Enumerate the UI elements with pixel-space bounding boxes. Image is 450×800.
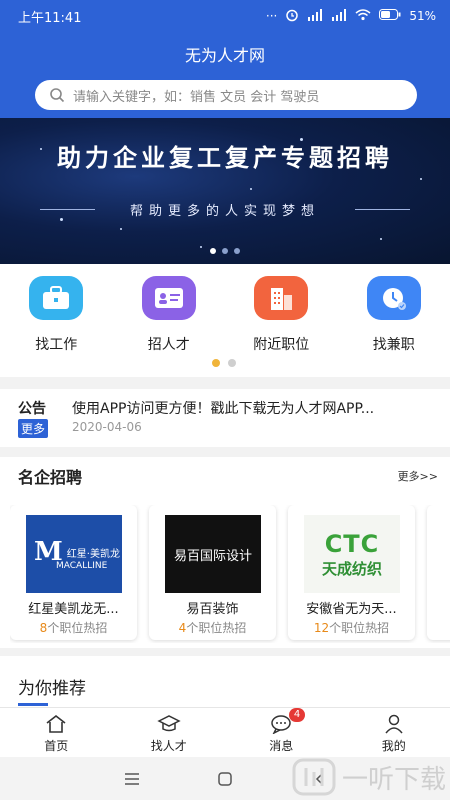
company-job-count: 4个职位热招 — [178, 621, 247, 635]
company-logo: M 红星·美凯龙 MACALLINE — [26, 515, 122, 593]
featured-header: 名企招聘 更多>> — [0, 464, 450, 487]
logo-text: MACALLINE — [56, 561, 108, 571]
status-time: 上午11:41 — [18, 10, 82, 26]
company-logo: 易百国际设计 — [165, 515, 261, 593]
quick-actions: 找工作 招人才 附近职位 找兼职 — [0, 272, 450, 372]
tab-messages[interactable]: 4 消息 — [225, 708, 338, 757]
notice-date: 2020-04-06 — [72, 420, 142, 434]
quick-hire[interactable]: 招人才 — [113, 272, 226, 372]
menu-icon — [125, 772, 139, 785]
company-card[interactable]: M 红星·美凯龙 MACALLINE 红星美凯龙无... 8个职位热招 — [10, 505, 137, 640]
company-name: 易百装饰 — [186, 602, 239, 617]
banner-dot[interactable] — [222, 248, 228, 254]
tab-label: 消息 — [269, 739, 294, 753]
bottom-tab-bar: 首页 找人才 4 消息 我的 — [0, 707, 450, 757]
watermark-logo-icon — [292, 758, 336, 796]
square-icon — [218, 771, 232, 786]
quick-action-label: 找兼职 — [372, 337, 415, 353]
notice-more-button[interactable]: 更多 — [18, 419, 49, 438]
featured-more-link[interactable]: 更多>> — [398, 468, 438, 484]
clock-icon — [366, 276, 421, 320]
tab-label: 我的 — [381, 739, 406, 753]
quick-find-job[interactable]: 找工作 — [0, 272, 113, 372]
search-placeholder: 请输入关键字，如：销售 文员 会计 驾驶员 — [73, 89, 320, 105]
battery-icon — [379, 9, 401, 23]
signal-icon-2 — [331, 8, 347, 24]
company-job-count: 12个职位热招 — [313, 621, 390, 635]
company-card[interactable]: CTC 天成纺织 安徽省无为天... 12个职位热招 — [288, 505, 415, 640]
tab-label: 找人才 — [150, 739, 187, 753]
company-name: 红星美凯龙无... — [28, 602, 119, 617]
quick-part-time[interactable]: 找兼职 — [338, 272, 450, 372]
watermark-text: 一听下载 — [341, 764, 446, 795]
signal-icon — [307, 8, 323, 24]
search-icon — [50, 88, 65, 103]
logo-text: 红星·美凯龙 — [66, 548, 120, 560]
tab-label: 首页 — [44, 739, 69, 753]
promo-banner[interactable]: 助力企业复工复产专题招聘 帮助更多的人实现梦想 — [0, 118, 450, 264]
featured-title: 名企招聘 — [18, 468, 83, 487]
quick-action-label: 找工作 — [35, 337, 78, 353]
tab-profile[interactable]: 我的 — [338, 708, 450, 757]
recommend-title[interactable]: 为你推荐 — [18, 674, 86, 699]
recommend-underline — [18, 703, 48, 706]
home-icon — [46, 714, 66, 733]
company-job-count: 8个职位热招 — [39, 621, 108, 635]
quick-action-label: 附近职位 — [253, 337, 310, 353]
alarm-icon — [285, 8, 299, 25]
quick-nearby-jobs[interactable]: 附近职位 — [225, 272, 338, 372]
watermark: 一听下载 — [292, 758, 446, 796]
person-icon — [385, 714, 403, 734]
company-card[interactable]: 易百国际设计 易百装饰 4个职位热招 — [149, 505, 276, 640]
banner-divider-right — [355, 209, 410, 210]
briefcase-icon — [29, 276, 84, 320]
section-divider — [0, 377, 450, 389]
notice-label: 公告 — [18, 401, 46, 417]
search-input[interactable]: 请输入关键字，如：销售 文员 会计 驾驶员 — [35, 80, 417, 110]
quick-action-label: 招人才 — [147, 337, 190, 353]
banner-dot[interactable] — [234, 248, 240, 254]
graduation-cap-icon — [157, 715, 181, 732]
tab-home[interactable]: 首页 — [0, 708, 113, 757]
logo-text: 天成纺织 — [321, 559, 382, 578]
pager-dot[interactable] — [228, 359, 236, 367]
tab-find-talent[interactable]: 找人才 — [113, 708, 226, 757]
building-icon — [254, 276, 309, 320]
page-title: 无为人才网 — [184, 46, 265, 65]
banner-dot[interactable] — [210, 248, 216, 254]
wifi-icon — [355, 8, 371, 24]
status-icons: ··· 51% — [266, 8, 436, 25]
quick-actions-pager — [212, 359, 236, 367]
section-divider — [0, 648, 450, 656]
notice-text[interactable]: 使用APP访问更方便！戳此下载无为人才网APP... — [72, 398, 374, 418]
status-bar: 上午11:41 ··· 51% — [0, 0, 450, 32]
status-dots: ··· — [265, 9, 278, 23]
pager-dot[interactable] — [212, 359, 220, 367]
battery-level: 51% — [409, 9, 436, 23]
message-badge: 4 — [289, 708, 305, 722]
app-header: 上午11:41 ··· 51% 无为人才网 请输入关键字，如：销售 文员 会计 … — [0, 0, 450, 118]
id-card-icon — [141, 276, 196, 320]
company-name: 安徽省无为天... — [306, 602, 397, 617]
menu-nav-button[interactable] — [112, 757, 152, 800]
section-divider — [0, 447, 450, 457]
banner-pager — [210, 248, 240, 254]
banner-title: 助力企业复工复产专题招聘 — [57, 144, 393, 172]
notice-bar[interactable]: 公告 更多 使用APP访问更方便！戳此下载无为人才网APP... 2020-04… — [0, 389, 450, 445]
company-card[interactable] — [427, 505, 450, 640]
logo-text: 易百国际设计 — [173, 548, 252, 564]
company-logo: CTC 天成纺织 — [304, 515, 400, 593]
home-nav-button[interactable] — [205, 757, 245, 800]
logo-text: CTC — [324, 529, 380, 558]
company-list: M 红星·美凯龙 MACALLINE 红星美凯龙无... 8个职位热招 易百国际… — [10, 505, 450, 643]
